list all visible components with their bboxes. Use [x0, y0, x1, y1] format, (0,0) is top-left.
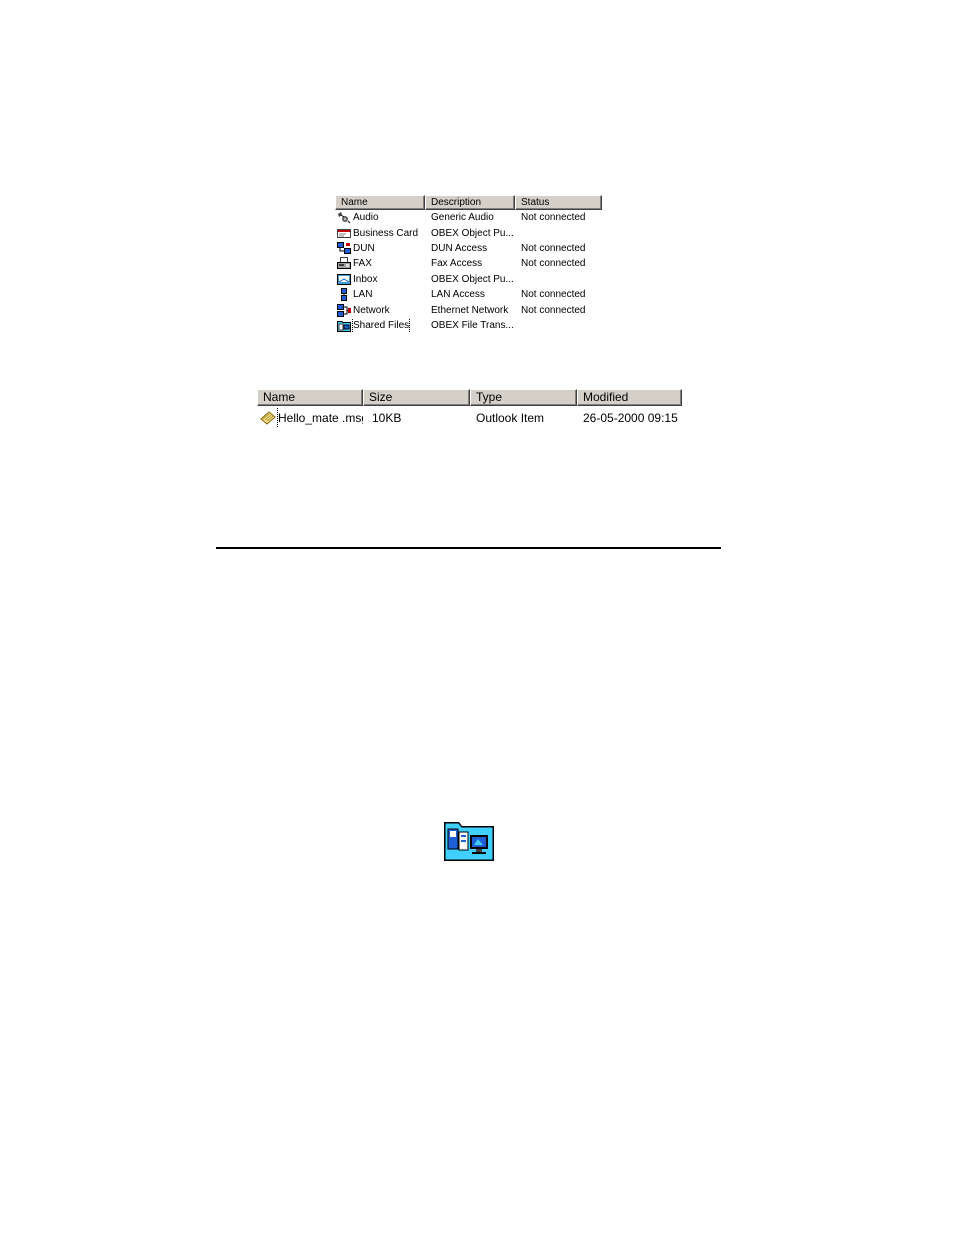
service-description: OBEX Object Pu... — [431, 273, 514, 285]
service-description: LAN Access — [431, 289, 485, 301]
service-description: DUN Access — [431, 242, 488, 254]
service-row-shared-files[interactable]: Shared Files OBEX File Trans... — [335, 317, 602, 333]
column-header-description[interactable]: Description — [425, 195, 515, 210]
service-row-inbox[interactable]: Inbox OBEX Object Pu... — [335, 272, 602, 287]
service-name: FAX — [353, 258, 372, 270]
service-description: Ethernet Network — [431, 304, 509, 316]
services-list-header: Name Description Status — [335, 195, 602, 210]
column-header-size[interactable]: Size — [363, 389, 470, 406]
column-header-type[interactable]: Type — [470, 389, 577, 406]
inbox-icon — [337, 273, 351, 285]
files-list-header: Name Size Type Modified — [257, 389, 682, 406]
lan-icon — [341, 288, 347, 302]
service-name: Shared Files — [351, 317, 411, 333]
service-row-network[interactable]: Network Ethernet Network Not connected — [335, 302, 602, 317]
files-list[interactable]: Name Size Type Modified Hello_mate .msg … — [257, 389, 682, 428]
column-header-status[interactable]: Status — [515, 195, 602, 210]
service-name: DUN — [353, 242, 375, 254]
service-name: Network — [353, 304, 390, 316]
fax-icon — [337, 257, 351, 270]
service-status: Not connected — [521, 289, 586, 301]
dun-icon — [337, 241, 351, 254]
file-size: 10KB — [372, 411, 402, 425]
service-name: Audio — [353, 212, 379, 224]
column-header-name[interactable]: Name — [335, 195, 425, 210]
file-modified: 26-05-2000 09:15 — [583, 411, 678, 425]
service-description: Fax Access — [431, 258, 483, 270]
services-list[interactable]: Name Description Status Audio Generic Au… — [335, 195, 602, 334]
file-type: Outlook Item — [476, 411, 545, 425]
shared-files-icon — [337, 320, 351, 332]
business-card-icon — [337, 228, 351, 238]
service-name: LAN — [353, 289, 373, 301]
service-row-dun[interactable]: DUN DUN Access Not connected — [335, 241, 602, 256]
service-status: Not connected — [521, 212, 586, 224]
service-description: Generic Audio — [431, 212, 494, 224]
divider — [216, 547, 721, 549]
network-icon — [337, 303, 351, 317]
service-row-business-card[interactable]: Business Card OBEX Object Pu... — [335, 225, 602, 240]
service-name: Inbox — [353, 273, 378, 285]
audio-icon — [338, 212, 351, 224]
service-row-fax[interactable]: FAX Fax Access Not connected — [335, 256, 602, 271]
service-description: OBEX Object Pu... — [431, 227, 514, 239]
shared-folder-icon — [444, 822, 494, 861]
service-status: Not connected — [521, 258, 586, 270]
service-status: Not connected — [521, 242, 586, 254]
service-row-lan[interactable]: LAN LAN Access Not connected — [335, 287, 602, 302]
service-status: Not connected — [521, 304, 586, 316]
service-row-audio[interactable]: Audio Generic Audio Not connected — [335, 210, 602, 225]
file-name: Hello_mate .msg — [276, 408, 363, 428]
service-name: Business Card — [353, 227, 419, 239]
column-header-name[interactable]: Name — [257, 389, 363, 406]
outlook-message-icon — [260, 411, 276, 425]
column-header-modified[interactable]: Modified — [577, 389, 682, 406]
file-row[interactable]: Hello_mate .msg 10KB Outlook Item 26-05-… — [257, 408, 682, 428]
service-description: OBEX File Trans... — [431, 319, 514, 331]
